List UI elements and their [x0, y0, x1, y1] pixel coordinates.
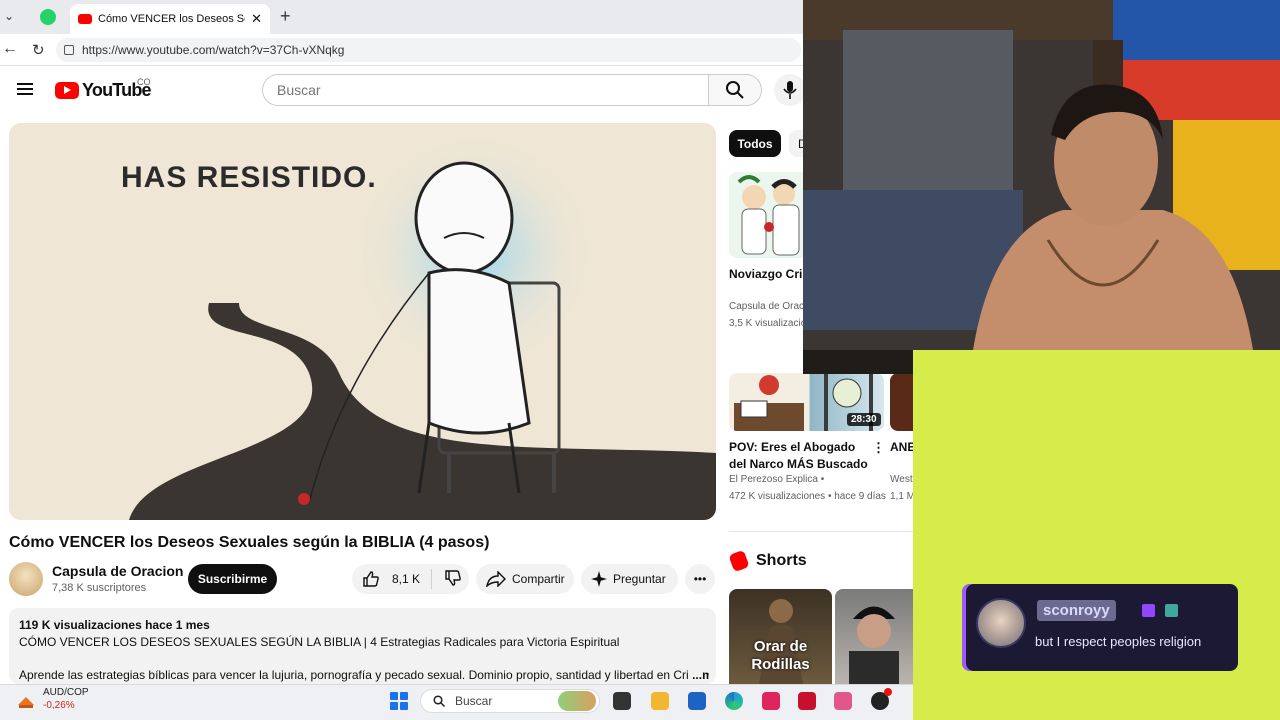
shorts-heading: Shorts: [756, 552, 807, 569]
couple-illustration: [729, 172, 809, 258]
windows-start-icon[interactable]: [390, 692, 408, 710]
webcam-feed: [803, 0, 1280, 350]
filter-chip-all[interactable]: Todos: [729, 130, 781, 157]
search-button[interactable]: [708, 74, 762, 106]
brave-browser-icon[interactable]: [798, 692, 816, 710]
tab-list-chevron-icon[interactable]: ⌄: [4, 9, 14, 23]
youtube-play-icon: [55, 82, 79, 99]
description-line-2: Aprende las estrategias bíblicas para ve…: [19, 668, 709, 682]
youtube-favicon-icon: [78, 14, 92, 24]
browser-tab-active[interactable]: Cómo VENCER los Deseos Sexuales ✕: [70, 4, 270, 34]
recommendation-channel: Weste: [890, 474, 913, 485]
recommendation-views: 472 K visualizaciones • hace 9 días: [729, 491, 886, 502]
search-icon: [433, 695, 445, 707]
recommendation-views: 3,5 K visualizaciones: [729, 318, 809, 329]
menu-icon[interactable]: [17, 83, 33, 95]
chat-message-text: but I respect peoples religion: [1035, 634, 1202, 649]
reload-icon[interactable]: ↻: [32, 41, 45, 59]
store-icon[interactable]: [688, 692, 706, 710]
url-input[interactable]: https://www.youtube.com/watch?v=37Ch-vXN…: [56, 38, 801, 62]
voice-search-button[interactable]: [774, 74, 806, 106]
short-title-overlay: Orar de Rodillas: [751, 638, 810, 673]
microphone-icon: [783, 81, 797, 99]
tab-title: Cómo VENCER los Deseos Sexuales: [98, 13, 245, 25]
description-stats: 119 K visualizaciones hace 1 mes: [19, 618, 210, 632]
description-line-1: CÓMO VENCER LOS DESEOS SEXUALES SEGÚN LA…: [19, 635, 620, 649]
chat-user-avatar: [976, 598, 1026, 648]
description-text: Aprende las estrategias bíblicas para ve…: [19, 668, 689, 682]
sparkle-icon: [591, 571, 607, 587]
more-actions-button[interactable]: •••: [685, 564, 715, 594]
recommendation-title[interactable]: POV: Eres el Abogado del Narco MÁS Busca…: [729, 439, 869, 473]
like-button[interactable]: 8,1 K: [352, 569, 432, 589]
ask-label: Preguntar: [613, 572, 666, 586]
country-code: CO: [137, 77, 151, 87]
channel-name[interactable]: Capsula de Oracion: [52, 563, 183, 579]
tab-close-icon[interactable]: ✕: [251, 11, 262, 27]
file-explorer-icon[interactable]: [651, 692, 669, 710]
search-highlight-icon: [558, 691, 596, 711]
recommendation-title[interactable]: ANE ADO: [890, 439, 913, 456]
tiktok-icon[interactable]: [762, 692, 780, 710]
recommendation-views: 1,1 M: [890, 491, 913, 502]
subscribe-button[interactable]: Suscribirme: [188, 564, 277, 594]
webcam-overlay: [803, 0, 1280, 350]
share-button[interactable]: Compartir: [476, 564, 574, 594]
kebab-menu-icon[interactable]: ⋮: [872, 440, 885, 456]
description-more-link[interactable]: ...más: [692, 668, 709, 682]
recommendation-title[interactable]: Noviazgo Cristiano: ¿Qué dice la biblia?: [729, 266, 809, 282]
thumbs-down-icon: [445, 569, 461, 586]
share-arrow-icon: [486, 571, 506, 587]
back-arrow-icon[interactable]: ←: [2, 40, 18, 58]
video-duration: 28:30: [847, 413, 881, 426]
short-thumbnail[interactable]: [835, 589, 913, 684]
task-view-icon[interactable]: [613, 692, 631, 710]
channel-subscribers: 7,38 K suscriptores: [52, 582, 147, 594]
app-icon[interactable]: [834, 692, 852, 710]
new-tab-button[interactable]: +: [280, 6, 291, 27]
like-count: 8,1 K: [392, 572, 421, 586]
taskbar-search-label: Buscar: [455, 694, 493, 708]
chat-username: sconroyy: [1037, 600, 1116, 621]
ask-button[interactable]: Preguntar: [581, 564, 678, 594]
subscriber-badge-icon: [1165, 604, 1178, 617]
dislike-button[interactable]: [432, 569, 462, 590]
video-player[interactable]: HAS RESISTIDO.: [9, 123, 716, 520]
video-title: Cómo VENCER los Deseos Sexuales según la…: [9, 534, 490, 551]
channel-avatar[interactable]: [9, 562, 43, 596]
search-icon: [726, 81, 744, 99]
currency-change: -0,26%: [43, 700, 75, 711]
recommendation-thumbnail[interactable]: [890, 373, 913, 431]
man-with-cap-illustration: [849, 606, 899, 684]
share-label: Compartir: [512, 572, 565, 586]
currency-widget-icon[interactable]: [16, 691, 36, 711]
recommendation-channel: Capsula de Oracion: [729, 301, 809, 312]
search-input[interactable]: Buscar: [262, 74, 708, 106]
thumbs-up-icon: [363, 571, 379, 587]
like-dislike-group: 8,1 K: [352, 564, 469, 594]
edge-browser-icon[interactable]: [725, 692, 743, 710]
shorts-icon: [728, 549, 750, 573]
site-info-icon[interactable]: [64, 45, 74, 55]
currency-pair: AUD/COP: [43, 687, 89, 698]
recommendation-channel: El Perezoso Explica •: [729, 474, 825, 485]
section-divider: [729, 531, 913, 532]
url-text: https://www.youtube.com/watch?v=37Ch-vXN…: [82, 43, 345, 57]
video-overlay-text: HAS RESISTIDO.: [121, 161, 377, 194]
webcam-edge: [803, 350, 913, 374]
notification-dot-icon: [884, 688, 892, 696]
recommendation-thumbnail[interactable]: [729, 172, 809, 258]
twitch-badge-icon: [1142, 604, 1155, 617]
whatsapp-tab-icon[interactable]: [40, 9, 56, 25]
